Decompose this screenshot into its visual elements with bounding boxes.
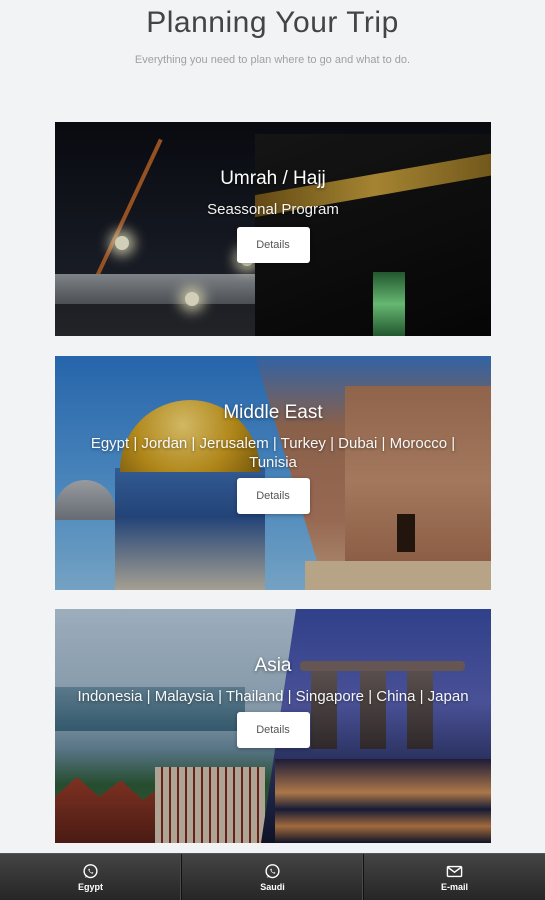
page-subtitle: Everything you need to plan where to go … — [134, 54, 411, 66]
card-asia[interactable]: Asia Indonesia | Malaysia | Thailand | S… — [55, 609, 491, 843]
page-header: Planning Your Trip Everything you need t… — [0, 0, 545, 66]
nav-label: E-mail — [440, 881, 468, 892]
card-subtitle: Egypt | Jordan | Jerusalem | Turkey | Du… — [90, 435, 456, 471]
card-title: Asia — [254, 655, 292, 676]
whatsapp-icon — [265, 863, 280, 878]
card-middle-east[interactable]: Middle East Egypt | Jordan | Jerusalem |… — [55, 356, 491, 590]
bottom-contact-bar: Egypt Saudi E-mail — [0, 853, 545, 900]
whatsapp-icon — [83, 863, 98, 878]
nav-label: Egypt — [77, 881, 103, 892]
nav-label: Saudi — [260, 881, 285, 892]
details-button[interactable]: Details — [236, 478, 310, 514]
page-title: Planning Your Trip — [146, 6, 399, 39]
contact-email-button[interactable]: E-mail — [364, 854, 545, 900]
contact-saudi-button[interactable]: Saudi — [182, 854, 364, 900]
card-subtitle: Indonesia | Malaysia | Thailand | Singap… — [77, 688, 469, 705]
card-subtitle: Seassonal Program — [207, 201, 339, 218]
details-button[interactable]: Details — [236, 712, 310, 748]
card-umrah-hajj[interactable]: Umrah / Hajj Seassonal Program Details — [55, 122, 491, 336]
card-title: Middle East — [223, 402, 323, 423]
contact-egypt-button[interactable]: Egypt — [0, 854, 182, 900]
card-title: Umrah / Hajj — [220, 168, 326, 189]
mail-icon — [446, 865, 463, 877]
details-button[interactable]: Details — [236, 227, 310, 263]
